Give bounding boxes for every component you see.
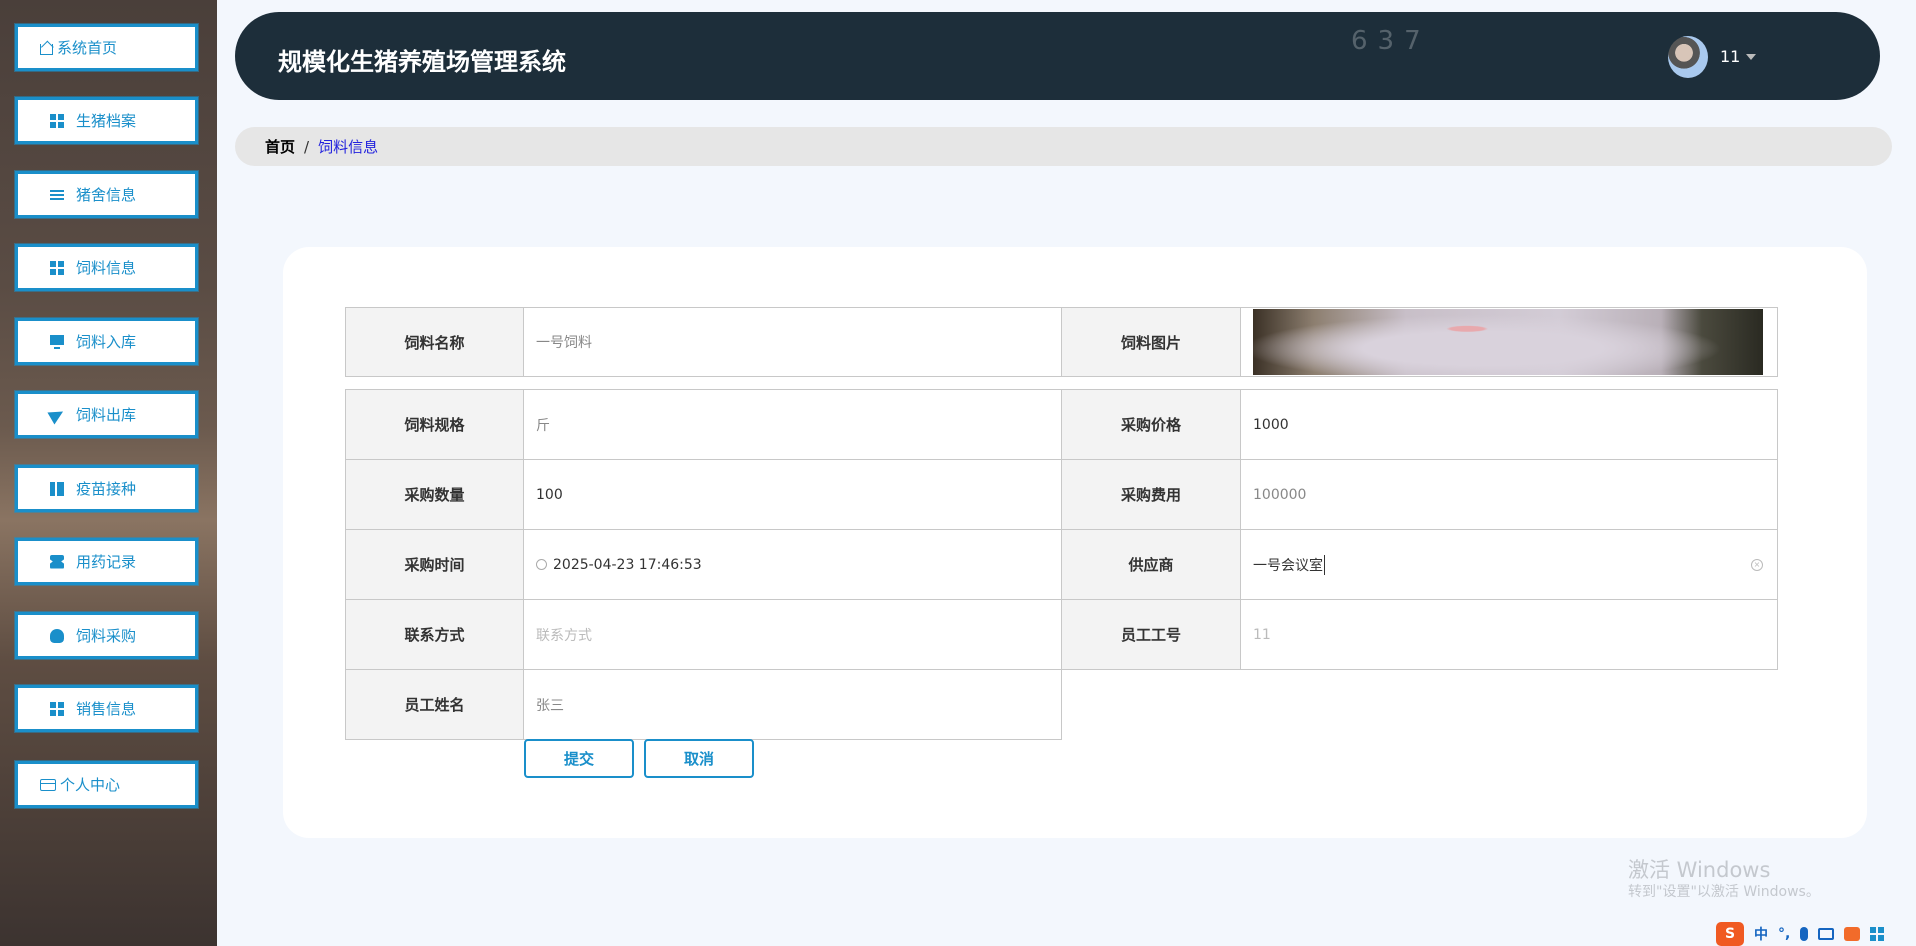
sidebar-item-pig-archive[interactable]: 生猪档案: [15, 97, 198, 144]
home-icon: [40, 44, 53, 55]
microphone-icon[interactable]: [1800, 927, 1809, 941]
staff-name-input[interactable]: 张三: [523, 669, 1062, 740]
cancel-button[interactable]: 取消: [644, 739, 754, 778]
grid-icon: [50, 701, 64, 716]
username[interactable]: 11: [1720, 47, 1740, 66]
sidebar-item-label: 生猪档案: [76, 112, 137, 130]
sidebar-item-label: 饲料采购: [76, 627, 137, 645]
sidebar-item-label: 猪舍信息: [76, 186, 137, 204]
breadcrumb-current: 饲料信息: [318, 138, 379, 156]
contact-placeholder: 联系方式: [536, 627, 592, 644]
ime-mode-toggle[interactable]: 中: [1754, 924, 1768, 944]
sidebar-item-feed-info[interactable]: 饲料信息: [15, 244, 198, 291]
feed-name-input[interactable]: 一号饲料: [523, 307, 1062, 377]
field-label: 饲料规格: [345, 389, 524, 460]
cost-input[interactable]: 100000: [1240, 459, 1778, 530]
activation-watermark-text: 转到"设置"以激活 Windows。: [1628, 884, 1820, 900]
card-icon: [40, 778, 56, 791]
header-decoration: 637: [1351, 26, 1431, 56]
supplier-value: 一号会议室: [1253, 554, 1325, 575]
bulb-icon: [50, 628, 64, 643]
breadcrumb-separator: /: [304, 137, 310, 156]
feed-image[interactable]: [1240, 307, 1778, 377]
purchase-time-value: 2025-04-23 17:46:53: [553, 556, 702, 573]
sidebar: 系统首页 生猪档案 猪舍信息 饲料信息 饲料入库 饲料出库 疫苗接种 用药记录 …: [0, 0, 217, 946]
clock-icon: [536, 559, 547, 570]
sidebar-item-feed-purchase[interactable]: 饲料采购: [15, 612, 198, 659]
field-label: 员工工号: [1061, 599, 1241, 670]
sidebar-item-feed-in[interactable]: 饲料入库: [15, 318, 198, 365]
field-label: 联系方式: [345, 599, 524, 670]
field-label: 员工姓名: [345, 669, 524, 740]
punctuation-toggle[interactable]: °,: [1778, 926, 1790, 942]
list-icon: [50, 187, 64, 202]
sidebar-item-label: 销售信息: [76, 700, 137, 718]
sidebar-item-label: 个人中心: [60, 776, 121, 794]
sidebar-item-label: 系统首页: [57, 39, 118, 57]
feed-image-picture: [1253, 309, 1763, 375]
sidebar-item-label: 用药记录: [76, 553, 137, 571]
sidebar-item-pigsty[interactable]: 猪舍信息: [15, 171, 198, 218]
sidebar-item-label: 饲料入库: [76, 333, 137, 351]
field-label: 饲料图片: [1061, 307, 1241, 377]
chevron-down-icon[interactable]: [1746, 54, 1756, 60]
avatar[interactable]: [1668, 36, 1708, 78]
ticket-icon: [50, 554, 64, 569]
skin-icon[interactable]: [1844, 927, 1861, 941]
keyboard-icon[interactable]: [1818, 928, 1835, 940]
breadcrumb-home[interactable]: 首页: [265, 136, 295, 157]
sidebar-item-medication[interactable]: 用药记录: [15, 538, 198, 585]
sidebar-item-feed-out[interactable]: 饲料出库: [15, 391, 198, 438]
price-value: 1000: [1253, 416, 1289, 433]
breadcrumb: 首页 / 饲料信息: [235, 127, 1892, 166]
grid-icon: [50, 260, 64, 275]
ime-toolbar: S 中 °,: [1716, 922, 1885, 946]
app-title: 规模化生猪养殖场管理系统: [278, 48, 566, 76]
sidebar-item-home[interactable]: 系统首页: [15, 24, 198, 71]
sidebar-item-sales[interactable]: 销售信息: [15, 685, 198, 732]
field-label: 采购价格: [1061, 389, 1241, 460]
activation-watermark-title: 激活 Windows: [1628, 858, 1771, 882]
submit-button[interactable]: 提交: [524, 739, 634, 778]
staff-name-value: 张三: [536, 697, 564, 714]
clear-icon[interactable]: ×: [1751, 558, 1763, 571]
book-icon: [50, 481, 64, 496]
sidebar-item-label: 饲料信息: [76, 259, 137, 277]
sogou-logo-icon[interactable]: S: [1716, 922, 1744, 946]
feed-spec-input[interactable]: 斤: [523, 389, 1062, 460]
price-input[interactable]: 1000: [1240, 389, 1778, 460]
toolbox-icon[interactable]: [1870, 927, 1885, 941]
send-icon: [47, 404, 67, 425]
field-label: 采购费用: [1061, 459, 1241, 530]
purchase-time-picker[interactable]: 2025-04-23 17:46:53: [523, 529, 1062, 600]
field-label: 供应商: [1061, 529, 1241, 600]
monitor-icon: [50, 334, 64, 349]
staff-no-value: 11: [1253, 626, 1271, 643]
grid-icon: [50, 113, 64, 128]
sidebar-item-label: 饲料出库: [76, 406, 137, 424]
supplier-select[interactable]: 一号会议室 ×: [1240, 529, 1778, 600]
field-label: 饲料名称: [345, 307, 524, 377]
sidebar-item-vaccine[interactable]: 疫苗接种: [15, 465, 198, 512]
field-label: 采购数量: [345, 459, 524, 530]
contact-input[interactable]: 联系方式: [523, 599, 1062, 670]
quantity-input[interactable]: 100: [523, 459, 1062, 530]
sidebar-item-profile[interactable]: 个人中心: [15, 761, 198, 808]
cost-value: 100000: [1253, 486, 1307, 503]
field-label: 采购时间: [345, 529, 524, 600]
feed-name-value: 一号饲料: [536, 335, 592, 351]
header: 637 规模化生猪养殖场管理系统 11: [235, 12, 1880, 100]
quantity-value: 100: [536, 486, 563, 503]
staff-no-input[interactable]: 11: [1240, 599, 1778, 670]
feed-spec-value: 斤: [536, 417, 550, 434]
sidebar-item-label: 疫苗接种: [76, 480, 137, 498]
